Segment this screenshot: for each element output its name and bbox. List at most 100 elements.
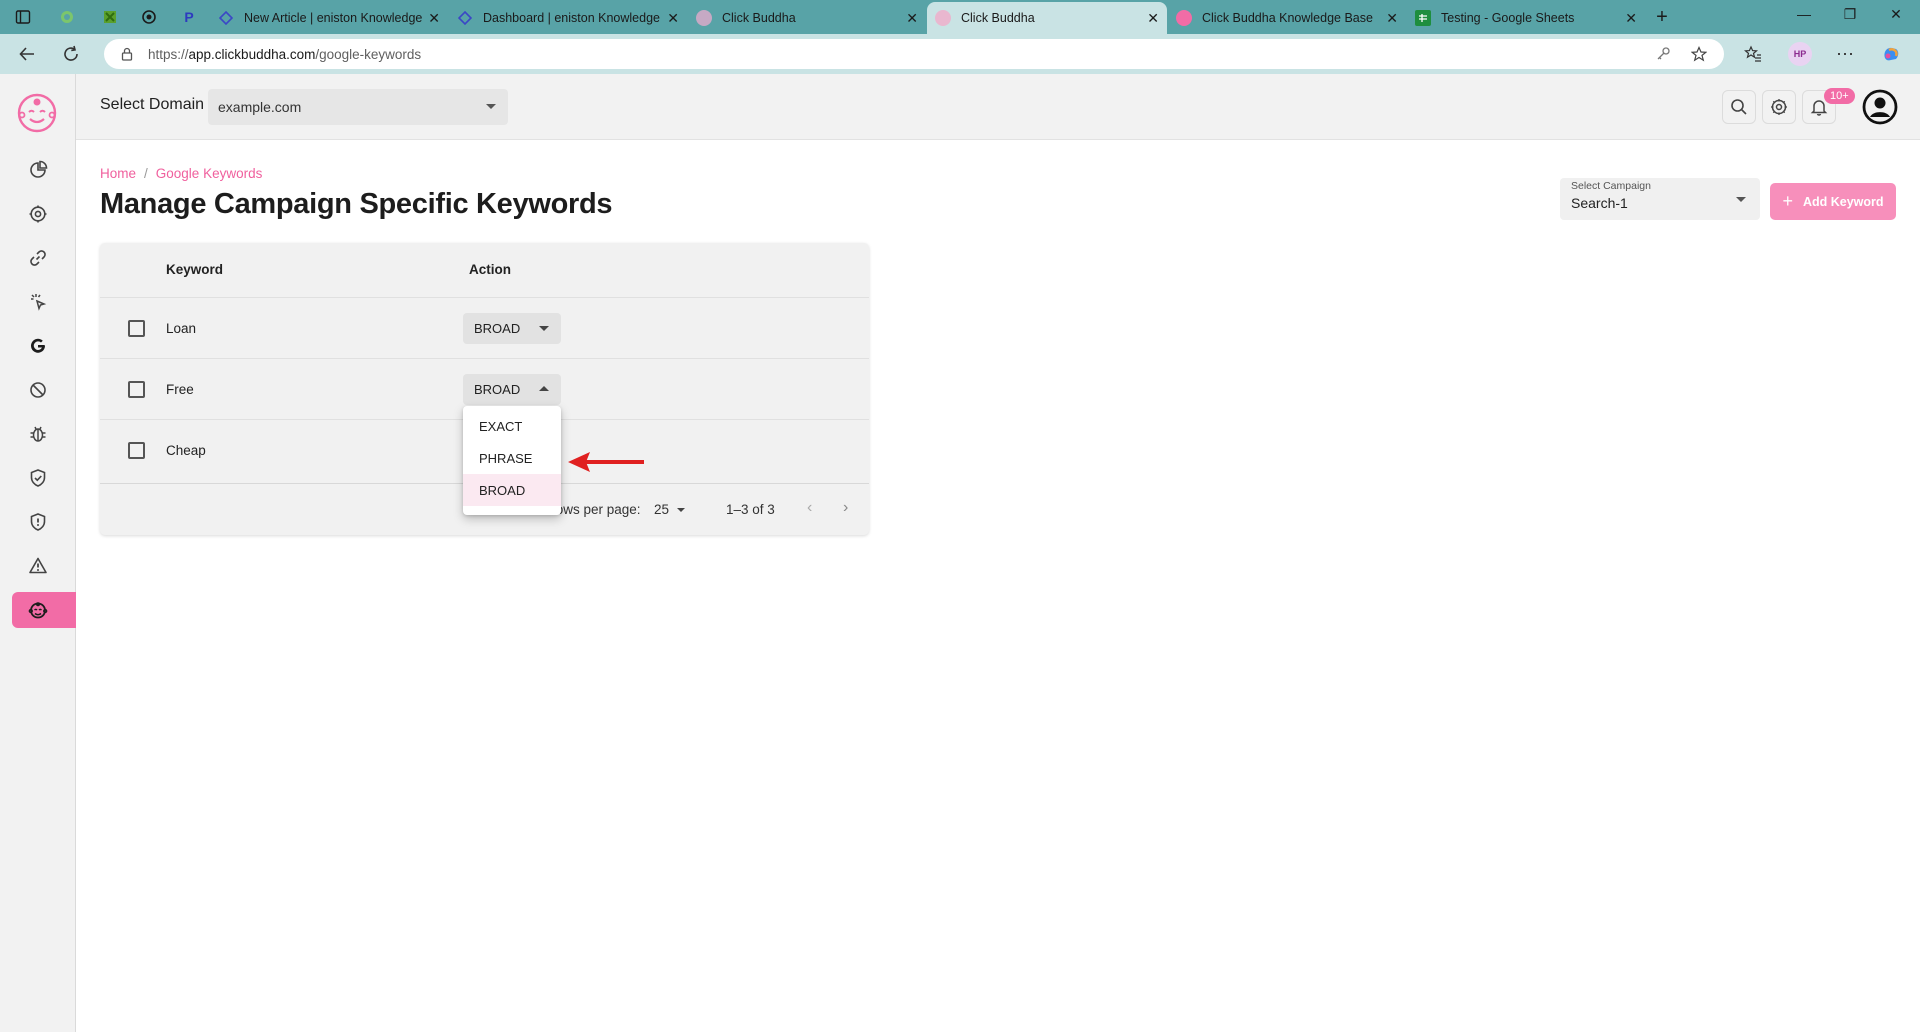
sheets-icon: [1415, 10, 1431, 26]
match-type-value: BROAD: [474, 321, 521, 336]
warning-icon: [29, 557, 47, 574]
back-icon[interactable]: [16, 43, 38, 65]
pagination-range: 1–3 of 3: [726, 502, 775, 517]
annotation-arrow-icon: [568, 452, 644, 472]
tab-title: Click Buddha: [722, 11, 796, 25]
breadcrumb-home-link[interactable]: Home: [100, 166, 136, 181]
user-avatar[interactable]: [1861, 88, 1899, 126]
close-window-icon[interactable]: ✕: [1886, 6, 1906, 28]
chevron-down-icon[interactable]: [677, 508, 685, 512]
restore-icon[interactable]: ❐: [1840, 6, 1860, 28]
domain-select[interactable]: example.com: [208, 89, 508, 125]
chevron-up-icon: [539, 386, 549, 391]
pinned-tab-icon[interactable]: [101, 8, 119, 26]
buddha-icon: [28, 602, 48, 619]
pinned-tab-icon[interactable]: P: [180, 8, 198, 26]
tab-title: Click Buddha: [961, 11, 1035, 25]
sidebar-item-google[interactable]: [12, 328, 76, 364]
rows-per-page-select[interactable]: 25: [654, 502, 669, 517]
click-icon: [31, 294, 47, 311]
sidebar-item-protection[interactable]: [12, 460, 76, 496]
row-checkbox[interactable]: [128, 442, 145, 459]
previous-page-icon[interactable]: ‹: [807, 499, 812, 517]
tab-actions-icon[interactable]: [14, 8, 32, 26]
keyword-cell: Free: [166, 382, 194, 397]
close-tab-icon[interactable]: ✕: [428, 10, 440, 27]
bug-icon: [30, 426, 46, 442]
favorites-icon[interactable]: [1742, 43, 1764, 65]
reload-icon[interactable]: [60, 43, 82, 65]
menu-option-exact[interactable]: EXACT: [463, 410, 561, 442]
browser-tab-bar: P New Article | eniston Knowledge E ✕ Da…: [0, 0, 1920, 34]
sidebar-item-buddha[interactable]: [12, 592, 76, 628]
more-menu-icon[interactable]: ⋯: [1834, 43, 1856, 65]
copilot-icon[interactable]: [1880, 43, 1902, 65]
browser-tab[interactable]: Click Buddha ✕: [688, 2, 926, 34]
close-tab-icon[interactable]: ✕: [1147, 10, 1159, 27]
table-row: Loan BROAD: [100, 297, 869, 358]
browser-tab[interactable]: Click Buddha Knowledge Base ✕: [1168, 2, 1406, 34]
tab-title: New Article | eniston Knowledge E: [244, 11, 423, 25]
profile-avatar[interactable]: HP: [1788, 42, 1812, 66]
row-checkbox[interactable]: [128, 320, 145, 337]
campaign-select-label: Select Campaign: [1571, 180, 1651, 192]
close-tab-icon[interactable]: ✕: [906, 10, 918, 27]
column-header-keyword: Keyword: [166, 262, 224, 277]
settings-button[interactable]: [1762, 90, 1796, 124]
match-type-select-open[interactable]: BROAD: [463, 374, 561, 405]
sidebar-item-links[interactable]: [12, 240, 76, 276]
sidebar-item-security[interactable]: [12, 504, 76, 540]
close-tab-icon[interactable]: ✕: [667, 10, 679, 27]
menu-option-phrase[interactable]: PHRASE: [463, 442, 561, 474]
favorite-star-icon[interactable]: [1690, 45, 1708, 63]
browser-tab[interactable]: New Article | eniston Knowledge E ✕: [210, 2, 448, 34]
google-icon: [31, 338, 45, 353]
sidebar-item-clicks[interactable]: [12, 284, 76, 320]
breadcrumb-separator: /: [144, 166, 148, 181]
browser-tab[interactable]: Dashboard | eniston Knowledge E ✕: [449, 2, 687, 34]
match-type-select[interactable]: BROAD: [463, 313, 561, 344]
campaign-select[interactable]: Select Campaign Search-1: [1560, 178, 1760, 220]
url-path: /google-keywords: [315, 46, 422, 62]
add-keyword-button[interactable]: + Add Keyword: [1770, 183, 1896, 220]
keyword-cell: Loan: [166, 321, 197, 336]
match-type-menu: EXACT PHRASE BROAD: [463, 406, 561, 515]
pinned-tab-icon[interactable]: [58, 8, 76, 26]
minimize-icon[interactable]: —: [1794, 6, 1814, 28]
sidebar-item-alerts[interactable]: [12, 548, 76, 584]
menu-option-broad[interactable]: BROAD: [463, 474, 561, 506]
shield-check-icon: [30, 469, 46, 487]
breadcrumb: Home / Google Keywords: [100, 166, 262, 181]
block-icon: [30, 382, 46, 398]
new-tab-icon[interactable]: +: [1653, 6, 1671, 28]
keyword-cell: Cheap: [166, 443, 206, 458]
chevron-down-icon: [1736, 197, 1746, 202]
url-host: app.clickbuddha.com: [188, 46, 316, 62]
link-icon: [30, 250, 46, 266]
sidebar-item-bots[interactable]: [12, 416, 76, 452]
sidebar-item-settings[interactable]: [12, 196, 76, 232]
tab-title: Testing - Google Sheets: [1441, 11, 1575, 25]
app-header: Select Domain example.com 10+: [76, 74, 1920, 140]
close-tab-icon[interactable]: ✕: [1386, 10, 1398, 27]
close-tab-icon[interactable]: ✕: [1625, 10, 1637, 27]
select-domain-label: Select Domain: [100, 96, 205, 113]
lock-icon[interactable]: [118, 45, 136, 63]
search-button[interactable]: [1722, 90, 1756, 124]
search-icon: [1731, 99, 1747, 115]
browser-tab-active[interactable]: Click Buddha ✕: [927, 2, 1167, 34]
password-key-icon[interactable]: [1654, 45, 1672, 63]
sidebar-item-dashboard[interactable]: [12, 152, 76, 188]
url-scheme: https://: [148, 46, 189, 62]
breadcrumb-current[interactable]: Google Keywords: [156, 166, 263, 181]
app-logo[interactable]: [16, 92, 58, 134]
shield-icon: [30, 513, 46, 531]
sidebar: [0, 74, 76, 1032]
next-page-icon[interactable]: ›: [843, 499, 848, 517]
pinned-tab-icon[interactable]: [140, 8, 158, 26]
row-checkbox[interactable]: [128, 381, 145, 398]
browser-tab[interactable]: Testing - Google Sheets ✕: [1407, 2, 1645, 34]
tab-favicon-icon: [218, 10, 234, 26]
address-bar[interactable]: https://app.clickbuddha.com/google-keywo…: [104, 39, 1724, 69]
sidebar-item-blocked[interactable]: [12, 372, 76, 408]
